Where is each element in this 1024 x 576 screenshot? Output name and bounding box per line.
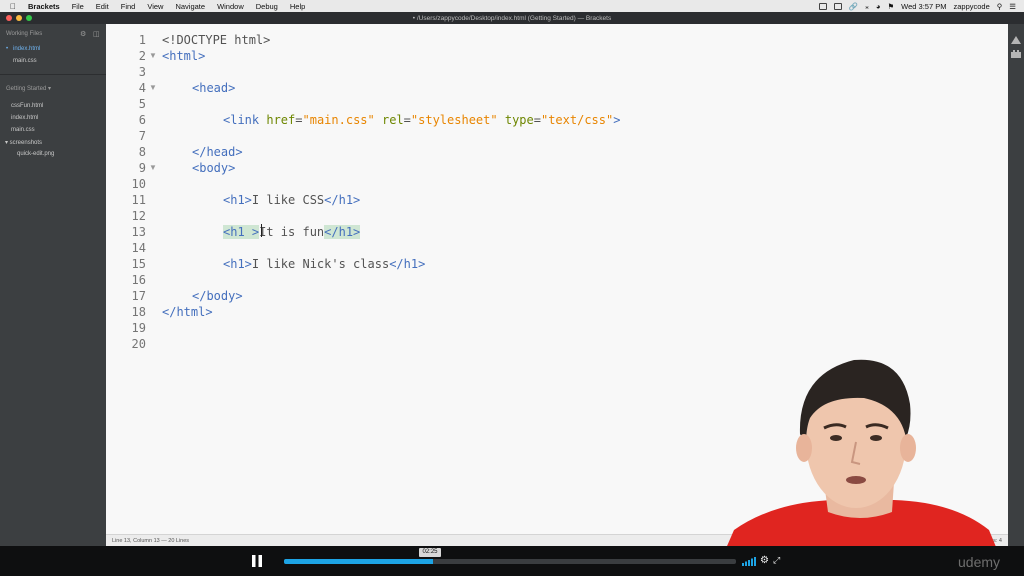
code-line-11: <h1>I like CSS</h1>	[223, 193, 361, 207]
line-number: 14	[131, 241, 146, 255]
live-preview-icon[interactable]	[1011, 36, 1021, 44]
search-icon[interactable]: ⚲	[997, 2, 1003, 11]
project-file-cssfun[interactable]: cssFun.html	[11, 103, 43, 109]
menu-view[interactable]: View	[147, 2, 163, 11]
line-number: 19	[131, 321, 146, 335]
video-progress-bar[interactable]	[284, 559, 736, 564]
line-number: 7	[138, 129, 146, 143]
line-number: 15	[131, 257, 146, 271]
fold-arrow-icon[interactable]: ▼	[149, 83, 157, 92]
working-file-main[interactable]: main.css	[13, 58, 37, 64]
bluetooth-icon[interactable]: ⁎	[865, 2, 869, 11]
menu-edit[interactable]: Edit	[96, 2, 109, 11]
line-number: 13	[131, 225, 146, 239]
line-number: 20	[131, 337, 146, 351]
right-toolbar	[1008, 24, 1024, 546]
text-cursor	[261, 224, 262, 237]
menu-debug[interactable]: Debug	[256, 2, 278, 11]
menu-help[interactable]: Help	[290, 2, 305, 11]
line-number: 16	[131, 273, 146, 287]
project-file-index[interactable]: index.html	[11, 115, 38, 121]
presenter-image	[714, 359, 1008, 576]
split-view-icon[interactable]: ◫	[93, 30, 100, 38]
line-number: 6	[138, 113, 146, 127]
menu-navigate[interactable]: Navigate	[175, 2, 205, 11]
cursor-position: Line 13, Column 13 — 20 Lines	[112, 538, 190, 544]
file-sidebar: Working Files ⚙ ◫ • index.html main.css …	[0, 24, 106, 546]
line-number: 4	[138, 81, 146, 95]
fold-arrow-icon[interactable]: ▼	[149, 51, 157, 60]
settings-gear-icon[interactable]: ⚙	[760, 555, 769, 566]
list-icon[interactable]: ☰	[1009, 2, 1016, 11]
code-line-1: <!DOCTYPE html>	[162, 33, 271, 47]
folder-file-quick-edit[interactable]: quick-edit.png	[17, 151, 54, 157]
code-line-17: </body>	[192, 289, 243, 303]
folder-screenshots[interactable]: ▾ screenshots	[5, 139, 42, 146]
sidebar-divider	[0, 74, 106, 75]
working-file-index[interactable]: index.html	[13, 46, 40, 52]
line-number: 10	[131, 177, 146, 191]
code-line-15: <h1>I like Nick's class</h1>	[223, 257, 426, 271]
code-line-13: <h1 >It is fun</h1>	[223, 225, 361, 239]
display-icon[interactable]	[833, 2, 842, 10]
working-files-header: Working Files	[6, 31, 43, 37]
zoom-window-button[interactable]	[26, 15, 32, 21]
code-line-18: </html>	[162, 305, 213, 319]
pause-icon[interactable]	[250, 554, 264, 568]
window-title: • /Users/zappycode/Desktop/index.html (G…	[412, 14, 612, 22]
line-number: 18	[131, 305, 146, 319]
menu-window[interactable]: Window	[217, 2, 244, 11]
line-number: 17	[131, 289, 146, 303]
menu-app-name[interactable]: Brackets	[28, 2, 60, 11]
close-window-button[interactable]	[6, 15, 12, 21]
line-number: 9	[138, 161, 146, 175]
code-line-4: <head>	[192, 81, 236, 95]
video-player-controls: 02:25 ⚙ ⤢ udemy	[0, 546, 1024, 576]
menu-file[interactable]: File	[72, 2, 84, 11]
gear-icon[interactable]: ⚙	[80, 30, 86, 38]
line-number: 1	[138, 33, 146, 47]
window-title-bar: • /Users/zappycode/Desktop/index.html (G…	[0, 12, 1024, 24]
fold-arrow-icon[interactable]: ▼	[149, 163, 157, 172]
working-file-dot-icon: •	[6, 46, 9, 52]
video-progress-fill	[284, 559, 434, 564]
line-number: 3	[138, 65, 146, 79]
extension-manager-icon[interactable]	[1011, 50, 1021, 58]
minimize-window-button[interactable]	[16, 15, 22, 21]
playback-time: 02:25	[419, 548, 441, 557]
code-line-2: <html>	[162, 49, 206, 63]
menu-find[interactable]: Find	[121, 2, 136, 11]
code-line-8: </head>	[192, 145, 243, 159]
volume-icon[interactable]	[742, 557, 756, 566]
line-number: 5	[138, 97, 146, 111]
apple-icon[interactable]: 	[10, 2, 20, 11]
line-number: 2	[138, 49, 146, 63]
line-number: 11	[131, 193, 146, 207]
code-line-9: <body>	[192, 161, 236, 175]
wifi-icon[interactable]: ◕	[876, 2, 881, 11]
project-file-main[interactable]: main.css	[11, 127, 35, 133]
flag-icon[interactable]: ⚑	[887, 2, 894, 11]
menu-user[interactable]: zappycode	[953, 2, 989, 11]
link-icon[interactable]: 🔗	[849, 2, 858, 11]
line-number: 8	[138, 145, 146, 159]
screen-record-icon[interactable]	[818, 2, 827, 10]
project-dropdown[interactable]: Getting Started ▾	[6, 85, 51, 92]
presenter-webcam	[714, 352, 1008, 576]
menu-clock[interactable]: Wed 3:57 PM	[901, 2, 946, 11]
udemy-logo: udemy	[958, 554, 1001, 570]
line-number: 12	[131, 209, 146, 223]
fullscreen-icon[interactable]: ⤢	[773, 555, 780, 566]
code-line-6: <link href="main.css" rel="stylesheet" t…	[223, 113, 621, 127]
